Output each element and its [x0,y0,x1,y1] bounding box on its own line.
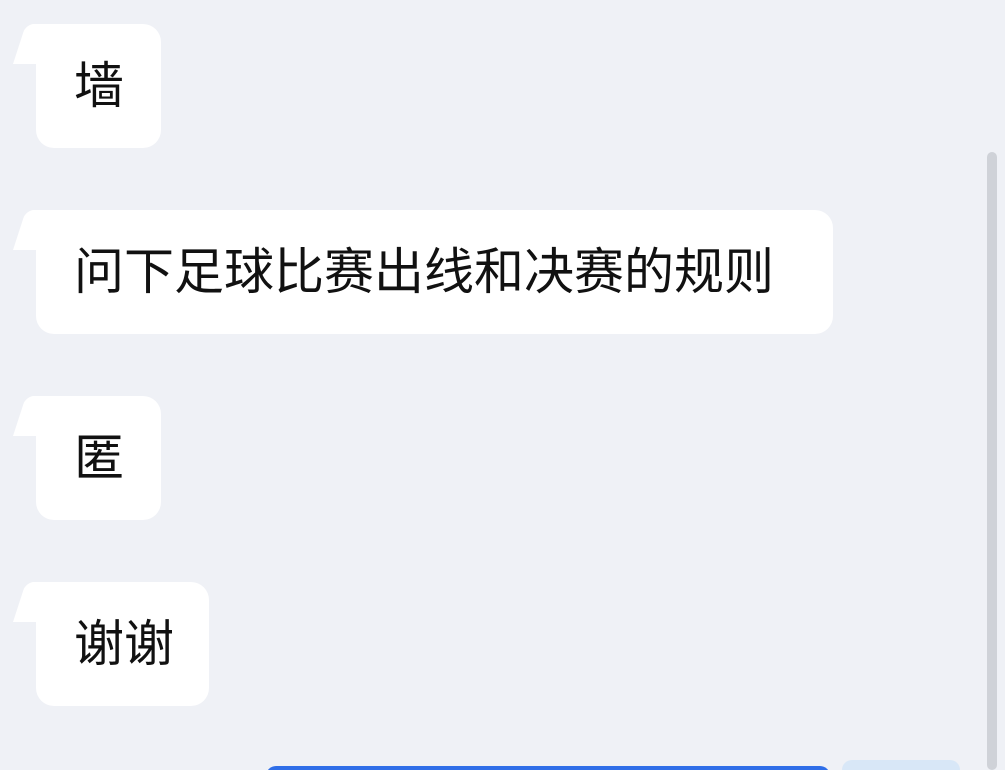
incoming-message-bubble[interactable]: 谢谢 [36,582,209,706]
incoming-message-bubble[interactable]: 问下足球比赛出线和决赛的规则 [36,210,833,334]
message-text: 匿 [74,429,124,487]
message-text: 谢谢 [74,615,174,673]
outgoing-message-bubble-partial[interactable] [266,766,830,770]
message-text: 墙 [74,57,124,115]
chat-thread: 墙 问下足球比赛出线和决赛的规则 匿 谢谢 [0,0,1005,770]
avatar-partial [842,760,960,770]
message-text: 问下足球比赛出线和决赛的规则 [74,243,774,301]
chat-scrollbar[interactable] [987,152,997,770]
incoming-message-bubble[interactable]: 匿 [36,396,161,520]
incoming-message-bubble[interactable]: 墙 [36,24,161,148]
